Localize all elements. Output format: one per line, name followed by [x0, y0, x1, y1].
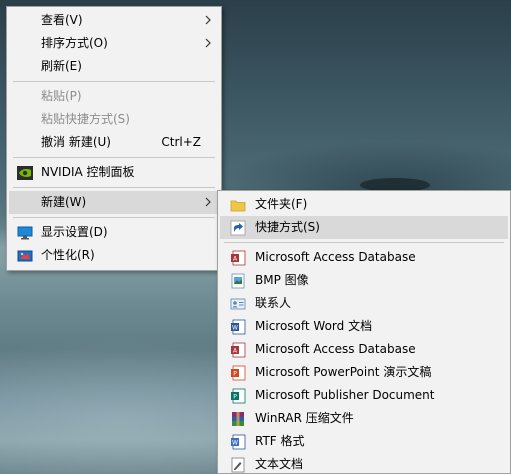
submenu-item-label: Microsoft Word 文档 — [255, 319, 373, 333]
menu-item-label: 粘贴(P) — [41, 89, 82, 103]
winrar-icon — [232, 412, 244, 426]
menu-item-view[interactable]: 查看(V) — [9, 9, 219, 32]
contact-icon — [230, 298, 246, 310]
menu-separator — [13, 217, 215, 218]
submenu-item-shortcut[interactable]: 快捷方式(S) — [220, 216, 508, 239]
access-icon: A — [231, 342, 246, 358]
menu-item-sort-by[interactable]: 排序方式(O) — [9, 32, 219, 55]
menu-item-display-settings[interactable]: 显示设置(D) — [9, 221, 219, 244]
access-icon: A — [231, 250, 246, 266]
rtf-icon: W — [231, 434, 246, 450]
new-submenu: 文件夹(F) 快捷方式(S) A Microsoft Access Databa… — [217, 190, 511, 474]
submenu-item-label: Microsoft Access Database — [255, 342, 416, 356]
text-document-icon — [231, 457, 245, 473]
personalize-icon — [17, 250, 33, 262]
submenu-item-text-document[interactable]: 文本文档 — [220, 453, 508, 474]
desktop-context-menu: 查看(V) 排序方式(O) 刷新(E) 粘贴(P) 粘贴快捷方式(S) 撤消 新… — [6, 6, 222, 271]
menu-separator — [13, 187, 215, 188]
submenu-item-access-database-2[interactable]: A Microsoft Access Database — [220, 338, 508, 361]
svg-text:P: P — [233, 394, 237, 401]
menu-item-nvidia-control-panel[interactable]: NVIDIA 控制面板 — [9, 161, 219, 184]
submenu-item-label: 文本文档 — [255, 457, 304, 471]
menu-item-label: 刷新(E) — [41, 59, 82, 73]
submenu-item-label: 文件夹(F) — [255, 197, 308, 211]
svg-text:W: W — [232, 440, 238, 447]
submenu-item-winrar[interactable]: WinRAR 压缩文件 — [220, 407, 508, 430]
menu-separator — [224, 242, 504, 243]
menu-item-shortcut: Ctrl+Z — [161, 135, 201, 149]
chevron-right-icon — [205, 197, 211, 207]
menu-item-paste[interactable]: 粘贴(P) — [9, 85, 219, 108]
submenu-item-label: WinRAR 压缩文件 — [255, 411, 354, 425]
submenu-item-label: BMP 图像 — [255, 273, 309, 287]
folder-icon — [230, 200, 246, 212]
submenu-item-label: 快捷方式(S) — [255, 220, 320, 234]
menu-item-undo-new[interactable]: 撤消 新建(U) Ctrl+Z — [9, 131, 219, 154]
svg-text:P: P — [233, 371, 237, 378]
submenu-item-word-document[interactable]: W Microsoft Word 文档 — [220, 315, 508, 338]
submenu-item-label: Microsoft Publisher Document — [255, 388, 435, 402]
submenu-item-bmp-image[interactable]: BMP 图像 — [220, 269, 508, 292]
submenu-item-label: Microsoft Access Database — [255, 250, 416, 264]
nvidia-icon — [17, 166, 33, 180]
submenu-item-label: Microsoft PowerPoint 演示文稿 — [255, 365, 432, 379]
menu-item-label: 显示设置(D) — [41, 225, 108, 239]
submenu-item-label: RTF 格式 — [255, 434, 305, 448]
menu-item-paste-shortcut[interactable]: 粘贴快捷方式(S) — [9, 108, 219, 131]
submenu-item-rtf[interactable]: W RTF 格式 — [220, 430, 508, 453]
bmp-image-icon — [231, 273, 245, 289]
menu-item-refresh[interactable]: 刷新(E) — [9, 55, 219, 78]
menu-item-label: 新建(W) — [41, 195, 87, 209]
menu-item-label: 粘贴快捷方式(S) — [41, 112, 130, 126]
submenu-item-powerpoint[interactable]: P Microsoft PowerPoint 演示文稿 — [220, 361, 508, 384]
submenu-item-publisher[interactable]: P Microsoft Publisher Document — [220, 384, 508, 407]
menu-item-label: 查看(V) — [41, 13, 83, 27]
menu-item-label: 排序方式(O) — [41, 36, 108, 50]
menu-separator — [13, 157, 215, 158]
submenu-item-contact[interactable]: 联系人 — [220, 292, 508, 315]
desktop-background[interactable]: 查看(V) 排序方式(O) 刷新(E) 粘贴(P) 粘贴快捷方式(S) 撤消 新… — [0, 0, 511, 474]
chevron-right-icon — [205, 38, 211, 48]
menu-item-personalize[interactable]: 个性化(R) — [9, 244, 219, 267]
chevron-right-icon — [205, 15, 211, 25]
menu-item-label: 个性化(R) — [41, 248, 95, 262]
submenu-item-folder[interactable]: 文件夹(F) — [220, 193, 508, 216]
svg-text:W: W — [232, 325, 238, 332]
word-icon: W — [231, 319, 246, 335]
menu-item-new[interactable]: 新建(W) — [9, 191, 219, 214]
shortcut-icon — [230, 220, 246, 236]
menu-separator — [13, 81, 215, 82]
publisher-icon: P — [231, 388, 246, 404]
menu-item-label: 撤消 新建(U) — [41, 135, 111, 149]
submenu-item-label: 联系人 — [255, 296, 292, 310]
submenu-item-access-database[interactable]: A Microsoft Access Database — [220, 246, 508, 269]
display-settings-icon — [17, 226, 33, 240]
powerpoint-icon: P — [231, 365, 246, 381]
menu-item-label: NVIDIA 控制面板 — [41, 165, 135, 179]
